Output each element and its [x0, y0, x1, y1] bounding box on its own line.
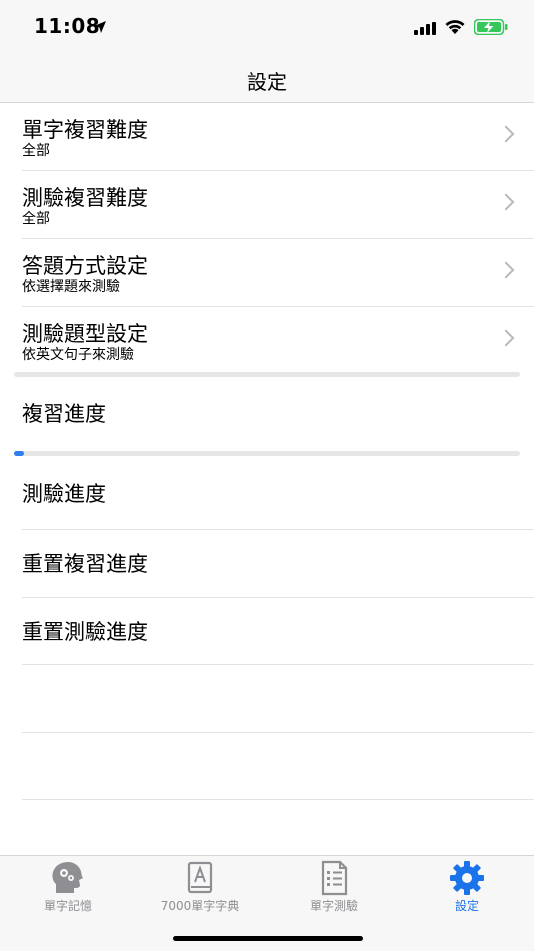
setting-quiz-review-difficulty[interactable]: 測驗複習難度 全部: [22, 171, 534, 239]
tab-label: 單字測驗: [309, 899, 358, 913]
review-progress-bar: [14, 372, 520, 377]
setting-value: 全部: [22, 143, 50, 159]
setting-value: 依英文句子來測驗: [22, 347, 134, 363]
setting-question-type[interactable]: 測驗題型設定 依英文句子來測驗: [22, 307, 534, 374]
reset-review-progress-button[interactable]: 重置複習進度: [22, 530, 534, 598]
reset-review-progress-label: 重置複習進度: [22, 552, 148, 576]
quiz-progress-bar: [14, 451, 520, 456]
setting-answer-mode[interactable]: 答題方式設定 依選擇題來測驗: [22, 239, 534, 307]
wifi-icon: [445, 20, 465, 34]
brain-head-icon: [52, 861, 83, 893]
chevron-right-icon: [497, 261, 515, 279]
cellular-signal-icon: [414, 22, 436, 35]
tab-label: 單字記憶: [43, 899, 92, 913]
reset-quiz-progress-label: 重置測驗進度: [22, 620, 148, 644]
reset-quiz-progress-button[interactable]: 重置測驗進度: [22, 598, 534, 665]
gear-icon: [450, 861, 484, 895]
tab-dictionary[interactable]: 7000單字字典: [140, 860, 260, 914]
page-title: 設定: [247, 70, 287, 94]
tab-label: 7000單字字典: [160, 899, 240, 913]
tab-word-memory[interactable]: 單字記憶: [8, 860, 128, 914]
quiz-progress-row: 測驗進度: [22, 458, 534, 530]
tab-label: 設定: [454, 899, 479, 913]
dictionary-book-icon: [187, 861, 213, 894]
location-arrow-icon: [94, 21, 106, 33]
chevron-right-icon: [497, 329, 515, 347]
quiz-progress-label: 測驗進度: [22, 482, 106, 506]
review-progress-row: 複習進度: [22, 380, 534, 450]
empty-row: [22, 733, 534, 800]
empty-row: [22, 665, 534, 733]
tab-word-quiz[interactable]: 單字測驗: [274, 860, 394, 914]
chevron-right-icon: [497, 125, 515, 143]
review-progress-label: 複習進度: [22, 402, 106, 426]
status-bar: 11:08: [0, 0, 534, 56]
chevron-right-icon: [497, 193, 515, 211]
navigation-bar: 設定: [0, 56, 534, 103]
quiz-checklist-icon: [321, 860, 348, 896]
setting-value: 依選擇題來測驗: [22, 279, 120, 295]
setting-word-review-difficulty[interactable]: 單字複習難度 全部: [22, 103, 534, 171]
settings-list: 單字複習難度 全部 測驗複習難度 全部 答題方式設定 依選擇題來測驗 測驗題型設…: [0, 103, 534, 374]
setting-value: 全部: [22, 211, 50, 227]
home-indicator: [173, 936, 363, 941]
quiz-progress-fill: [14, 451, 25, 456]
status-time: 11:08: [34, 14, 101, 38]
tab-settings[interactable]: 設定: [407, 860, 527, 914]
battery-charging-icon: [474, 19, 508, 35]
